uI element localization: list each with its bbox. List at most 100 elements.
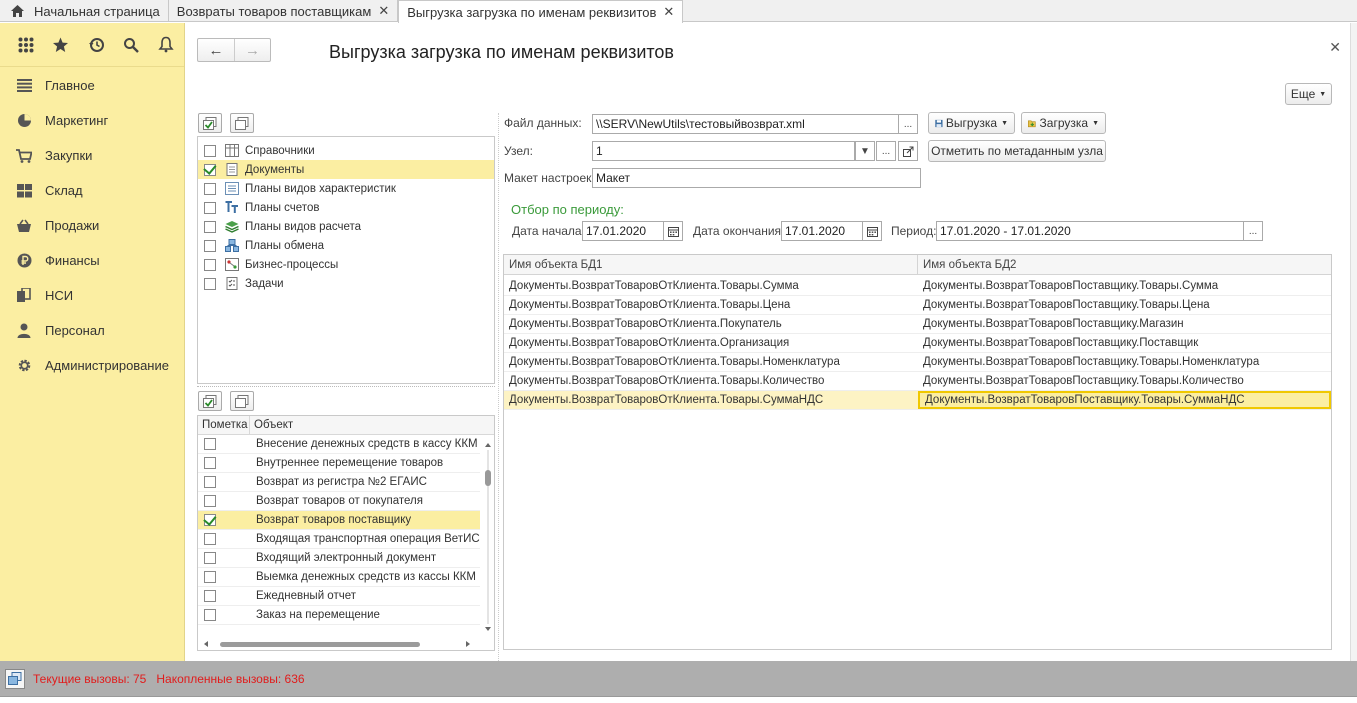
more-button[interactable]: Еще ▼: [1285, 83, 1332, 105]
sidebar-item-warehouse[interactable]: Склад: [0, 173, 184, 208]
row-checkbox[interactable]: [204, 590, 216, 602]
tab-export-import[interactable]: Выгрузка загрузка по именам реквизитов ✕: [398, 0, 684, 23]
column-header-db1[interactable]: Имя объекта БД1: [504, 255, 918, 274]
back-arrow-icon[interactable]: ←: [198, 39, 234, 61]
column-header-object[interactable]: Объект: [250, 416, 293, 434]
end-date-field[interactable]: 17.01.2020: [781, 221, 864, 241]
row-checkbox[interactable]: [204, 476, 216, 488]
column-header-db2[interactable]: Имя объекта БД2: [918, 255, 1016, 274]
close-tab-icon[interactable]: ✕: [378, 3, 389, 19]
sidebar-item-personnel[interactable]: Персонал: [0, 313, 184, 348]
row-checkbox-checked[interactable]: [204, 514, 216, 526]
table-row[interactable]: Документы.ВозвратТоваровОтКлиента.Покупа…: [504, 315, 1331, 334]
table-row[interactable]: Входящая транспортная операция ВетИС: [198, 530, 480, 549]
scroll-thumb[interactable]: [485, 470, 491, 486]
table-row[interactable]: Возврат из регистра №2 ЕГАИС: [198, 473, 480, 492]
tree-item-exchange-plans[interactable]: Планы обмена: [198, 236, 494, 255]
tree-item-chart-of-accounts[interactable]: Планы счетов: [198, 198, 494, 217]
tree-item-business-processes[interactable]: Бизнес-процессы: [198, 255, 494, 274]
close-tab-icon[interactable]: ✕: [663, 4, 674, 20]
tree-checkbox[interactable]: [204, 277, 216, 290]
sidebar-item-purchases[interactable]: Закупки: [0, 138, 184, 173]
table-row[interactable]: Возврат товаров от покупателя: [198, 492, 480, 511]
table-row[interactable]: Документы.ВозвратТоваровОтКлиента.Органи…: [504, 334, 1331, 353]
tree-item-calculation-plans[interactable]: Планы видов расчета: [198, 217, 494, 236]
window-scrollbar[interactable]: [1350, 23, 1357, 661]
download-button[interactable]: Загрузка ▼: [1021, 112, 1106, 134]
table-row[interactable]: Входящий электронный документ: [198, 549, 480, 568]
check-all-objects-button[interactable]: [198, 391, 222, 411]
file-select-button[interactable]: ...: [898, 114, 918, 134]
tree-item-documents[interactable]: Документы: [198, 160, 494, 179]
sidebar-item-administration[interactable]: Администрирование: [0, 348, 184, 383]
tree-checkbox[interactable]: [204, 258, 216, 271]
upload-button[interactable]: Выгрузка ▼: [928, 112, 1015, 134]
column-header-mark[interactable]: Пометка: [198, 416, 250, 434]
row-checkbox[interactable]: [204, 533, 216, 545]
table-row[interactable]: Заказ на перемещение: [198, 606, 480, 625]
tree-checkbox[interactable]: [204, 239, 216, 252]
star-icon[interactable]: [43, 37, 78, 53]
sidebar-item-nsi[interactable]: НСИ: [0, 278, 184, 313]
cell-db2-active[interactable]: Документы.ВозвратТоваровПоставщику.Товар…: [918, 391, 1331, 409]
template-field[interactable]: Макет: [592, 168, 921, 188]
row-checkbox[interactable]: [204, 495, 216, 507]
server-calls-icon[interactable]: [5, 668, 25, 689]
history-icon[interactable]: [78, 37, 113, 53]
close-form-icon[interactable]: ✕: [1329, 39, 1341, 56]
row-checkbox[interactable]: [204, 609, 216, 621]
calendar-icon[interactable]: [663, 221, 683, 241]
forward-arrow-icon[interactable]: →: [234, 39, 270, 61]
table-row[interactable]: Ежедневный отчет: [198, 587, 480, 606]
row-checkbox[interactable]: [204, 457, 216, 469]
uncheck-all-button[interactable]: [230, 113, 254, 133]
objects-horizontal-scrollbar[interactable]: [203, 640, 473, 648]
scroll-thumb[interactable]: [220, 642, 420, 647]
tree-checkbox[interactable]: [204, 182, 216, 195]
tree-checkbox[interactable]: [204, 144, 216, 157]
sidebar-item-marketing[interactable]: Маркетинг: [0, 103, 184, 138]
uncheck-all-objects-button[interactable]: [230, 391, 254, 411]
table-row[interactable]: Документы.ВозвратТоваровОтКлиента.Товары…: [504, 296, 1331, 315]
tree-item-tasks[interactable]: Задачи: [198, 274, 494, 293]
calendar-icon[interactable]: [862, 221, 882, 241]
period-select-button[interactable]: ...: [1243, 221, 1263, 241]
period-field[interactable]: 17.01.2020 - 17.01.2020: [936, 221, 1244, 241]
tree-checkbox[interactable]: [204, 220, 216, 233]
row-checkbox[interactable]: [204, 438, 216, 450]
table-row-selected[interactable]: Возврат товаров поставщику: [198, 511, 480, 530]
check-all-button[interactable]: [198, 113, 222, 133]
table-row-selected[interactable]: Документы.ВозвратТоваровОтКлиента.Товары…: [504, 391, 1331, 410]
more-button-label: Еще: [1290, 87, 1316, 101]
search-icon[interactable]: [114, 37, 149, 53]
objects-vertical-scrollbar[interactable]: [484, 442, 492, 632]
table-row[interactable]: Документы.ВозвратТоваровОтКлиента.Товары…: [504, 353, 1331, 372]
node-field[interactable]: 1: [592, 141, 855, 161]
bell-icon[interactable]: [149, 36, 184, 53]
row-checkbox[interactable]: [204, 552, 216, 564]
table-row[interactable]: Документы.ВозвратТоваровОтКлиента.Товары…: [504, 372, 1331, 391]
table-row[interactable]: Документы.ВозвратТоваровОтКлиента.Товары…: [504, 277, 1331, 296]
table-row[interactable]: Внесение денежных средств в кассу ККМ: [198, 435, 480, 454]
start-date-field[interactable]: 17.01.2020: [582, 221, 665, 241]
tab-home[interactable]: Начальная страница: [0, 0, 169, 22]
row-checkbox[interactable]: [204, 571, 216, 583]
sidebar-item-sales[interactable]: Продажи: [0, 208, 184, 243]
mark-by-metadata-button[interactable]: Отметить по метаданным узла: [928, 140, 1106, 162]
tree-item-characteristic-plans[interactable]: Планы видов характеристик: [198, 179, 494, 198]
tree-checkbox-checked[interactable]: [204, 163, 216, 176]
table-row[interactable]: Внутреннее перемещение товаров: [198, 454, 480, 473]
tab-supplier-returns[interactable]: Возвраты товаров поставщикам ✕: [169, 0, 399, 22]
node-dropdown-icon[interactable]: ▼: [855, 141, 875, 161]
tree-checkbox[interactable]: [204, 201, 216, 214]
file-path-field[interactable]: \\SERV\NewUtils\тестовыйвозврат.xml: [592, 114, 899, 134]
gear-icon: [16, 358, 32, 374]
tree-item-catalogs[interactable]: Справочники: [198, 141, 494, 160]
node-select-button[interactable]: ...: [876, 141, 896, 161]
sidebar-item-finance[interactable]: Финансы: [0, 243, 184, 278]
chevron-down-icon: ▼: [1319, 90, 1327, 98]
table-row[interactable]: Выемка денежных средств из кассы ККМ: [198, 568, 480, 587]
grid-menu-icon[interactable]: [8, 37, 43, 53]
open-node-icon[interactable]: [898, 141, 918, 161]
sidebar-item-main[interactable]: Главное: [0, 68, 184, 103]
